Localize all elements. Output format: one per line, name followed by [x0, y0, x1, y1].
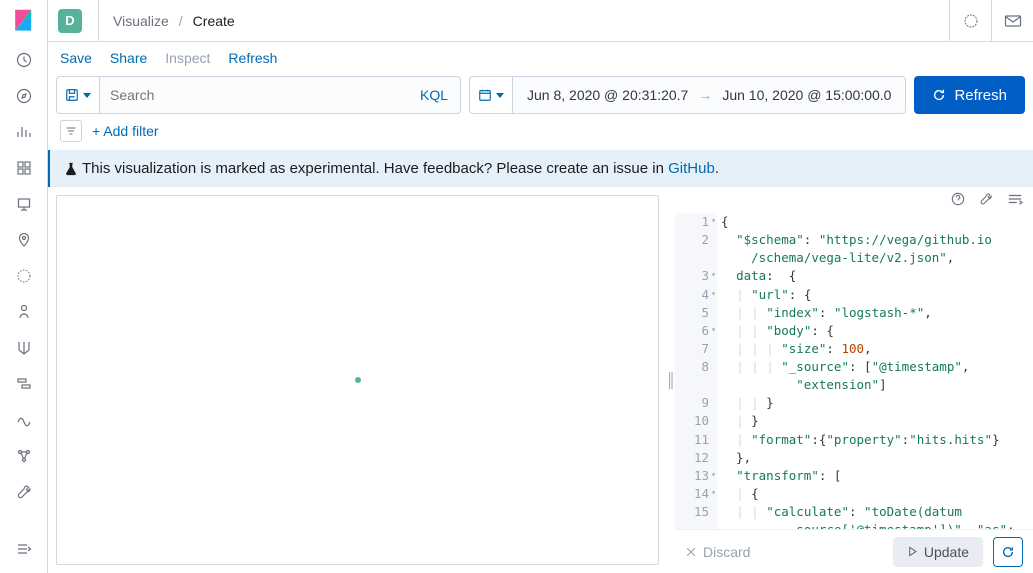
workspace: ║ 1▾{2 "$schema": "https://vega/github.i…: [48, 187, 1033, 573]
topbar: D Visualize / Create: [48, 0, 1033, 42]
update-button[interactable]: Update: [893, 537, 983, 567]
date-range[interactable]: Jun 8, 2020 @ 20:31:20.7 → Jun 10, 2020 …: [512, 76, 906, 114]
code-line[interactable]: 3▾ data: {: [675, 267, 1033, 285]
wrench-icon[interactable]: [979, 192, 993, 209]
divider: [98, 0, 99, 42]
logs-icon[interactable]: [0, 330, 48, 366]
code-line[interactable]: 2 "$schema": "https://vega/github.io: [675, 231, 1033, 249]
editor-pane: 1▾{2 "$schema": "https://vega/github.io …: [675, 187, 1033, 573]
code-line[interactable]: 1▾{: [675, 213, 1033, 231]
callout-text: This visualization is marked as experime…: [82, 160, 668, 177]
editor-footer: Discard Update: [675, 529, 1033, 573]
code-line[interactable]: 9 | | }: [675, 394, 1033, 412]
refresh-link[interactable]: Refresh: [228, 50, 277, 66]
mail-icon[interactable]: [991, 0, 1033, 42]
apm-icon[interactable]: [0, 366, 48, 402]
editor-toolbar: [675, 187, 1033, 213]
breadcrumb-sep: /: [179, 13, 183, 29]
discover-icon[interactable]: [0, 78, 48, 114]
visualize-icon[interactable]: [0, 114, 48, 150]
kibana-logo[interactable]: [0, 0, 48, 42]
filter-row: + Add filter: [48, 118, 1033, 150]
code-line[interactable]: 5 | | "index": "logstash-*",: [675, 304, 1033, 322]
add-filter-button[interactable]: + Add filter: [92, 123, 159, 139]
help-icon[interactable]: [951, 192, 965, 209]
code-line[interactable]: /schema/vega-lite/v2.json",: [675, 249, 1033, 267]
discard-button[interactable]: Discard: [685, 544, 750, 560]
chevron-down-icon: [83, 93, 91, 98]
visualization-panel: [48, 187, 667, 573]
breadcrumb-parent[interactable]: Visualize: [113, 13, 169, 29]
refresh-icon: [932, 88, 946, 102]
save-link[interactable]: Save: [60, 50, 92, 66]
newsfeed-icon[interactable]: [949, 0, 991, 42]
pane-resizer[interactable]: ║: [667, 187, 675, 573]
siem-icon[interactable]: [0, 438, 48, 474]
action-toolbar: Save Share Inspect Refresh: [48, 42, 1033, 72]
calendar-icon: [478, 88, 492, 102]
date-from: Jun 8, 2020 @ 20:31:20.7: [527, 87, 688, 103]
main: Save Share Inspect Refresh KQL Jun 8, 20…: [48, 42, 1033, 573]
space-selector[interactable]: D: [58, 9, 82, 33]
uptime-icon[interactable]: [0, 402, 48, 438]
refresh-button[interactable]: Refresh: [914, 76, 1025, 114]
canvas-icon[interactable]: [0, 186, 48, 222]
chevron-down-icon: [496, 93, 504, 98]
close-icon: [685, 546, 697, 558]
code-line[interactable]: "extension"]: [675, 376, 1033, 394]
code-editor[interactable]: 1▾{2 "$schema": "https://vega/github.io …: [675, 213, 1033, 529]
filter-options-icon[interactable]: [60, 120, 82, 142]
maps-icon[interactable]: [0, 222, 48, 258]
callout-suffix: .: [715, 160, 719, 177]
query-input-wrap: KQL: [99, 76, 461, 114]
code-line[interactable]: 8 | | | "_source": ["@timestamp",: [675, 358, 1033, 376]
code-line[interactable]: 6▾ | | "body": {: [675, 322, 1033, 340]
code-line[interactable]: 4▾ | "url": {: [675, 286, 1033, 304]
autorefresh-button[interactable]: [993, 537, 1023, 567]
share-link[interactable]: Share: [110, 50, 147, 66]
query-bar: KQL Jun 8, 2020 @ 20:31:20.7 → Jun 10, 2…: [48, 72, 1033, 118]
recent-icon[interactable]: [0, 42, 48, 78]
collapse-icon[interactable]: [0, 531, 48, 567]
wordwrap-icon[interactable]: [1007, 192, 1023, 209]
inspect-link: Inspect: [165, 50, 210, 66]
metrics-icon[interactable]: [0, 294, 48, 330]
experimental-callout: This visualization is marked as experime…: [48, 150, 1033, 187]
dev-tools-icon[interactable]: [0, 474, 48, 510]
code-line[interactable]: 12 },: [675, 449, 1033, 467]
kql-toggle[interactable]: KQL: [408, 77, 460, 113]
breadcrumb: Visualize / Create: [113, 13, 235, 29]
breadcrumb-current: Create: [193, 13, 235, 29]
side-rail: [0, 0, 48, 573]
github-link[interactable]: GitHub: [668, 160, 715, 177]
code-line[interactable]: 15 | | "calculate": "toDate(datum: [675, 503, 1033, 521]
disk-icon: [65, 88, 79, 102]
code-line[interactable]: 7 | | | "size": 100,: [675, 340, 1033, 358]
data-point: [355, 377, 361, 383]
code-line[interactable]: 10 | }: [675, 412, 1033, 430]
saved-query-button[interactable]: [56, 76, 99, 114]
date-to: Jun 10, 2020 @ 15:00:00.0: [722, 87, 891, 103]
arrow-right-icon: →: [698, 87, 712, 103]
code-line[interactable]: 13▾ "transform": [: [675, 467, 1033, 485]
beaker-icon: [64, 162, 78, 176]
ml-icon[interactable]: [0, 258, 48, 294]
date-quick-button[interactable]: [469, 76, 512, 114]
visualization-canvas: [56, 195, 659, 565]
code-line[interactable]: ._source['@timestamp'])", "as":: [675, 521, 1033, 529]
code-line[interactable]: 14▾ | {: [675, 485, 1033, 503]
dashboard-icon[interactable]: [0, 150, 48, 186]
play-icon: [907, 546, 918, 557]
search-input[interactable]: [100, 87, 408, 103]
code-line[interactable]: 11 | "format":{"property":"hits.hits"}: [675, 431, 1033, 449]
